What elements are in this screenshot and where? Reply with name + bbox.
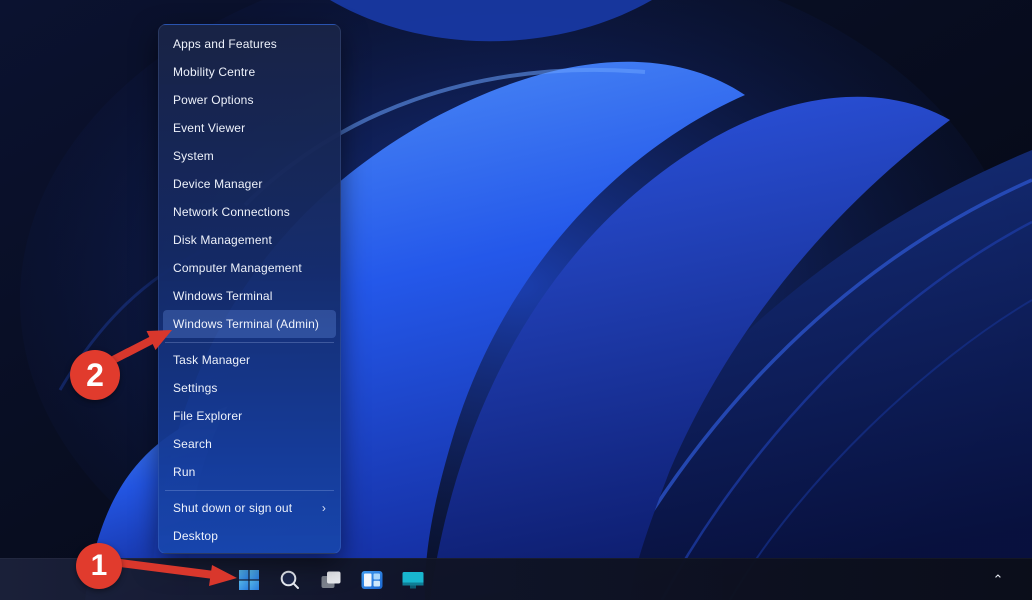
menu-item-mobility-centre[interactable]: Mobility Centre	[163, 58, 336, 86]
search-icon	[279, 569, 301, 591]
wallpaper-bloom	[0, 0, 1032, 600]
step-1-badge: 1	[76, 543, 122, 589]
menu-item-apps-and-features[interactable]: Apps and Features	[163, 30, 336, 58]
menu-item-system[interactable]: System	[163, 142, 336, 170]
windows-logo-icon	[237, 568, 261, 592]
menu-item-windows-terminal-admin[interactable]: Windows Terminal (Admin)	[163, 310, 336, 338]
menu-item-run[interactable]: Run	[163, 458, 336, 486]
menu-item-power-options[interactable]: Power Options	[163, 86, 336, 114]
taskbar: ⌃	[0, 558, 1032, 600]
desktop: Apps and Features Mobility Centre Power …	[0, 0, 1032, 600]
taskbar-icons	[232, 560, 430, 600]
menu-item-desktop[interactable]: Desktop	[163, 522, 336, 550]
menu-item-settings[interactable]: Settings	[163, 374, 336, 402]
menu-item-task-manager[interactable]: Task Manager	[163, 346, 336, 374]
step-2-badge: 2	[70, 350, 120, 400]
menu-item-network-connections[interactable]: Network Connections	[163, 198, 336, 226]
menu-separator	[165, 342, 334, 343]
menu-separator	[165, 490, 334, 491]
monitor-icon	[401, 568, 425, 592]
menu-item-search[interactable]: Search	[163, 430, 336, 458]
menu-item-event-viewer[interactable]: Event Viewer	[163, 114, 336, 142]
hidden-icons-chevron[interactable]: ⌃	[986, 559, 1010, 600]
search-button[interactable]	[273, 560, 307, 600]
winx-context-menu: Apps and Features Mobility Centre Power …	[158, 24, 341, 554]
menu-item-windows-terminal[interactable]: Windows Terminal	[163, 282, 336, 310]
menu-item-device-manager[interactable]: Device Manager	[163, 170, 336, 198]
menu-item-file-explorer[interactable]: File Explorer	[163, 402, 336, 430]
menu-item-computer-management[interactable]: Computer Management	[163, 254, 336, 282]
menu-item-shut-down-or-sign-out[interactable]: Shut down or sign out ›	[163, 494, 336, 522]
start-button[interactable]	[232, 560, 266, 600]
widgets-icon	[360, 568, 384, 592]
task-view-icon	[319, 568, 343, 592]
task-view-button[interactable]	[314, 560, 348, 600]
menu-item-disk-management[interactable]: Disk Management	[163, 226, 336, 254]
menu-item-label: Shut down or sign out	[173, 501, 292, 515]
display-button[interactable]	[396, 560, 430, 600]
widgets-button[interactable]	[355, 560, 389, 600]
chevron-right-icon: ›	[322, 501, 326, 515]
